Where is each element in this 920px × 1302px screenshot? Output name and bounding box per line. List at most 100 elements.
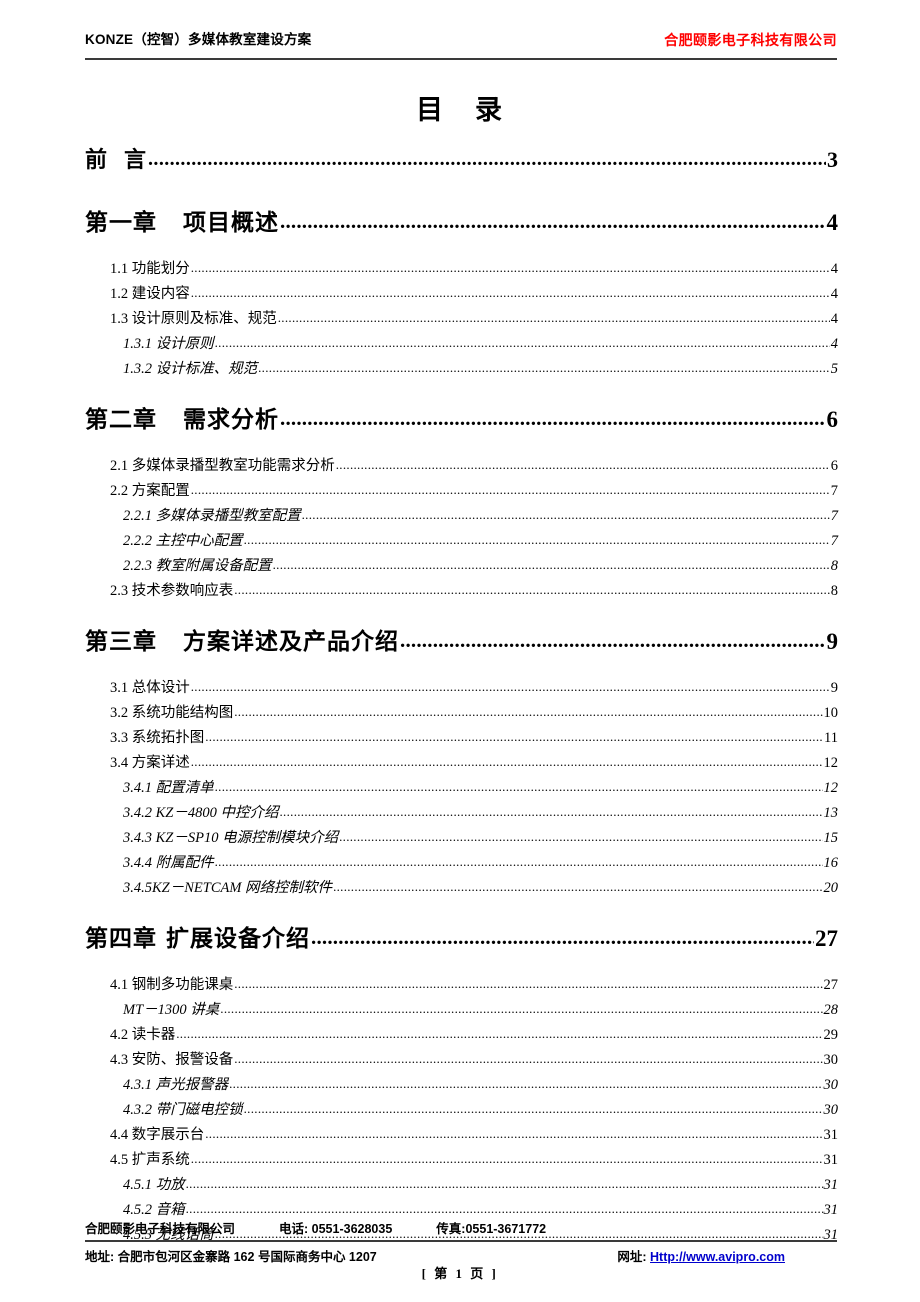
toc-entry-label: 第一章 项目概述 <box>85 210 279 235</box>
toc-entry-label: 1.1 功能划分 <box>110 261 190 277</box>
toc-entry-1.3.1[interactable]: 1.3.1 设计原则..............................… <box>85 331 838 356</box>
toc-leader-dots: ........................................… <box>301 507 830 522</box>
toc-leader-dots: ........................................… <box>176 1026 823 1041</box>
toc-leader-dots: ........................................… <box>339 829 823 844</box>
toc-entry-label: 2.2.1 多媒体录播型教室配置 <box>123 508 301 524</box>
toc-entry-label: 3.1 总体设计 <box>110 680 190 696</box>
toc-entry-3.3[interactable]: 3.3 系统拓扑图...............................… <box>85 725 838 750</box>
toc-leader-dots: ........................................… <box>190 754 823 769</box>
toc-page-number: 20 <box>823 880 839 896</box>
toc-entry-3.1[interactable]: 3.1 总体设计................................… <box>85 675 838 700</box>
toc-leader-dots: ........................................… <box>185 1176 823 1191</box>
toc-leader-dots: ........................................… <box>335 457 830 472</box>
toc-entry-chapter-4[interactable]: 第四章 扩展设备介绍...............................… <box>85 918 838 960</box>
toc-entry-4.3.1[interactable]: 4.3.1 声光报警器.............................… <box>85 1072 838 1097</box>
toc-entry-label: 3.4.4 附属配件 <box>123 855 214 871</box>
toc-page-number: 27 <box>823 977 839 993</box>
toc-leader-dots: ........................................… <box>234 582 830 597</box>
toc-entry-chapter-3[interactable]: 第三章 方案详述及产品介绍............................… <box>85 621 838 663</box>
toc-entry-label: 第三章 方案详述及产品介绍 <box>85 629 399 654</box>
toc-leader-dots: ........................................… <box>190 1151 823 1166</box>
toc-entry-label: 3.4.2 KZ－4800 中控介绍 <box>123 805 279 821</box>
toc-entry-label: 4.5 扩声系统 <box>110 1152 190 1168</box>
toc-leader-dots: ........................................… <box>234 976 822 991</box>
toc-entry-1.2[interactable]: 1.2 建设内容................................… <box>85 281 838 306</box>
toc-page-number: 8 <box>830 558 838 574</box>
toc-page-number: 6 <box>826 407 839 432</box>
toc-page-number: 4 <box>830 261 838 277</box>
footer-website-label: 网址: <box>617 1250 647 1264</box>
document-page: KONZE（控智）多媒体教室建设方案 合肥颐影电子科技有限公司 目录 前言...… <box>0 0 920 1302</box>
toc-leader-dots: ........................................… <box>214 854 823 869</box>
toc-entry-label: 2.1 多媒体录播型教室功能需求分析 <box>110 458 335 474</box>
toc-leader-dots: ........................................… <box>258 360 830 375</box>
toc-page-number: 4 <box>830 286 838 302</box>
page-header: KONZE（控智）多媒体教室建设方案 合肥颐影电子科技有限公司 <box>85 30 837 60</box>
toc-leader-dots: ........................................… <box>190 260 830 275</box>
toc-entry-3.4.3[interactable]: 3.4.3 KZ－SP10 电源控制模块介绍..................… <box>85 825 838 850</box>
toc-entry-3.4.1[interactable]: 3.4.1 配置清单..............................… <box>85 775 838 800</box>
toc-entry-label: 2.3 技术参数响应表 <box>110 583 234 599</box>
toc-entry-chapter-2[interactable]: 第二章 需求分析.................................… <box>85 399 838 441</box>
footer-website-link[interactable]: Http://www.avipro.com <box>650 1250 785 1264</box>
toc-entry-1.3.2[interactable]: 1.3.2 设计标准、规范...........................… <box>85 356 838 381</box>
toc-entry-MT1300[interactable]: MT－1300 讲桌..............................… <box>85 997 838 1022</box>
toc-page-number: 5 <box>830 361 838 377</box>
toc-page-number: 12 <box>823 780 839 796</box>
toc-entry-4.3[interactable]: 4.3 安防、报警设备.............................… <box>85 1047 838 1072</box>
toc-page-number: 31 <box>823 1177 839 1193</box>
toc-entry-label: 4.3 安防、报警设备 <box>110 1052 234 1068</box>
toc-leader-dots: ........................................… <box>243 1101 823 1116</box>
toc-leader-dots: ........................................… <box>214 335 830 350</box>
toc-page-number: 4 <box>826 210 839 235</box>
toc-entry-2.2.2[interactable]: 2.2.2 主控中心配置............................… <box>85 528 838 553</box>
toc-leader-dots: ........................................… <box>220 1001 822 1016</box>
toc-entry-front-matter[interactable]: 前言......................................… <box>85 140 838 180</box>
toc-page-number: 3 <box>827 147 838 172</box>
footer-fax: 传真:0551-3671772 <box>436 1222 547 1236</box>
toc-entry-3.2[interactable]: 3.2 系统功能结构图.............................… <box>85 700 838 725</box>
toc-entry-3.4.4[interactable]: 3.4.4 附属配件..............................… <box>85 850 838 875</box>
toc-entry-label: 4.3.1 声光报警器 <box>123 1077 229 1093</box>
toc-entry-2.3[interactable]: 2.3 技术参数响应表.............................… <box>85 578 838 603</box>
toc-entry-2.1[interactable]: 2.1 多媒体录播型教室功能需求分析......................… <box>85 453 838 478</box>
toc-entry-4.2[interactable]: 4.2 读卡器.................................… <box>85 1022 838 1047</box>
page-title-char-2: 录 <box>475 95 504 125</box>
toc-entry-3.4.5KZNETCAM[interactable]: 3.4.5KZ－NETCAM 网络控制软件...................… <box>85 875 838 900</box>
toc-leader-dots: ........................................… <box>205 729 823 744</box>
toc-leader-dots: ........................................… <box>333 879 823 894</box>
toc-entry-4.5[interactable]: 4.5 扩声系统................................… <box>85 1147 838 1172</box>
toc-page-number: 9 <box>830 680 838 696</box>
toc-entry-label: 3.3 系统拓扑图 <box>110 730 205 746</box>
toc-page-number: 4 <box>830 336 838 352</box>
toc-entry-4.4[interactable]: 4.4 数字展示台...............................… <box>85 1122 838 1147</box>
toc-entry-2.2[interactable]: 2.2 方案配置................................… <box>85 478 838 503</box>
toc-entry-1.3[interactable]: 1.3 设计原则及标准、规范..........................… <box>85 306 838 331</box>
toc-leader-dots: ........................................… <box>190 679 830 694</box>
toc-entry-label: 3.2 系统功能结构图 <box>110 705 234 721</box>
toc-entry-3.4.2[interactable]: 3.4.2 KZ－4800 中控介绍......................… <box>85 800 838 825</box>
toc-page-number: 30 <box>823 1077 839 1093</box>
toc-entry-2.2.3[interactable]: 2.2.3 教室附属设备配置..........................… <box>85 553 838 578</box>
toc-entry-2.2.1[interactable]: 2.2.1 多媒体录播型教室配置........................… <box>85 503 838 528</box>
toc-entry-chapter-1[interactable]: 第一章 项目概述.................................… <box>85 202 838 244</box>
toc-entry-4.3.2[interactable]: 4.3.2 带门磁电控锁............................… <box>85 1097 838 1122</box>
toc-entry-label: 1.3 设计原则及标准、规范 <box>110 311 277 327</box>
toc-leader-dots: ........................................… <box>148 148 826 170</box>
toc-entry-3.4[interactable]: 3.4 方案详述................................… <box>85 750 838 775</box>
toc-entry-label: 1.3.1 设计原则 <box>123 336 214 352</box>
toc-entry-label: 2.2.3 教室附属设备配置 <box>123 558 272 574</box>
toc-leader-dots: ........................................… <box>190 482 830 497</box>
toc-entry-label: 4.5.1 功放 <box>123 1177 185 1193</box>
toc-page-number: 16 <box>823 855 839 871</box>
toc-entry-label: 第四章 扩展设备介绍 <box>85 926 310 951</box>
toc-entry-label: 3.4.5KZ－NETCAM 网络控制软件 <box>123 880 333 896</box>
toc-leader-dots: ........................................… <box>234 1051 822 1066</box>
toc-entry-4.5.1[interactable]: 4.5.1 功放................................… <box>85 1172 838 1197</box>
toc-entry-1.1[interactable]: 1.1 功能划分................................… <box>85 256 838 281</box>
toc-page-number: 28 <box>823 1002 839 1018</box>
toc-entry-label: 前言 <box>85 147 148 172</box>
toc-entry-4.1[interactable]: 4.1 钢制多功能课桌.............................… <box>85 972 838 997</box>
toc-page-number: 6 <box>830 458 838 474</box>
